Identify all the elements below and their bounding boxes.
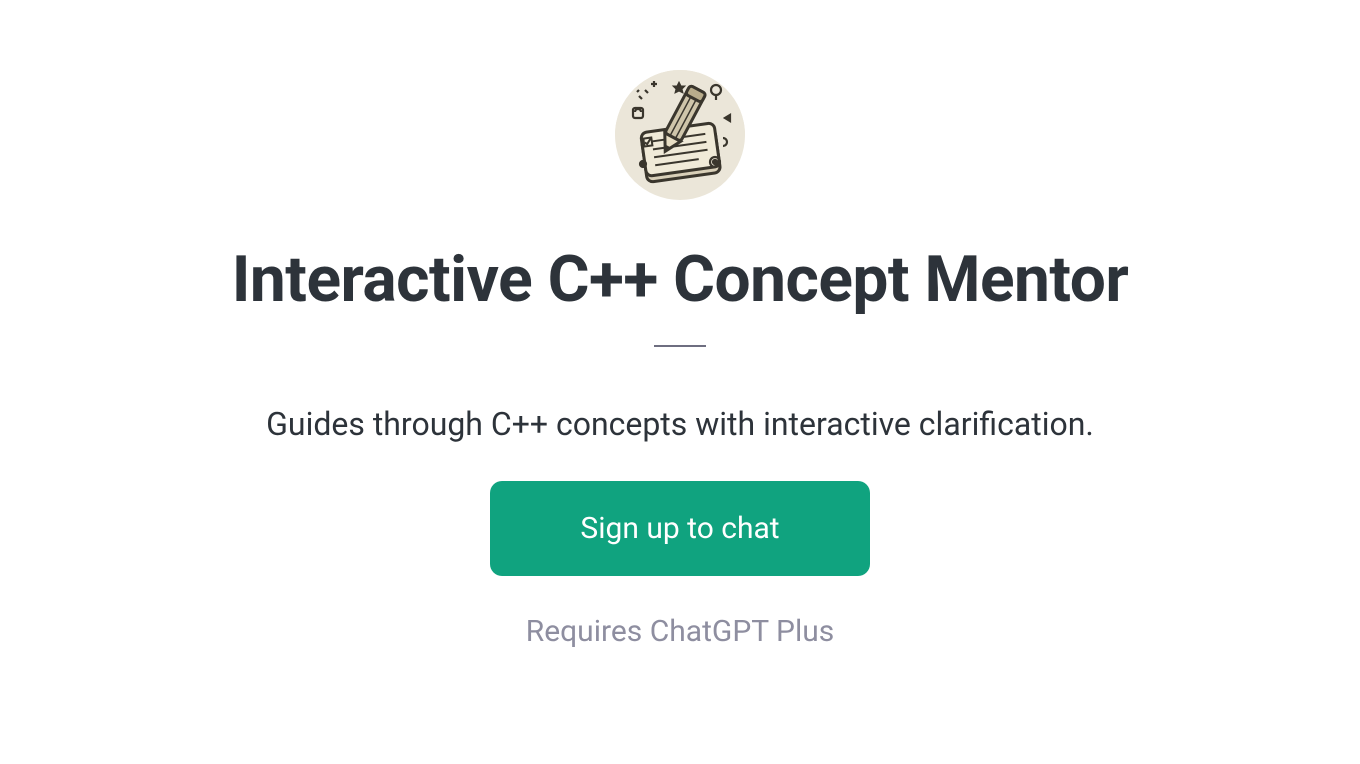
signup-button[interactable]: Sign up to chat bbox=[490, 481, 869, 576]
page-subtitle: Guides through C++ concepts with interac… bbox=[266, 405, 1094, 443]
notebook-pencil-icon bbox=[615, 70, 745, 200]
avatar bbox=[615, 70, 745, 200]
requirement-note: Requires ChatGPT Plus bbox=[526, 614, 835, 649]
title-divider bbox=[654, 345, 706, 347]
page-title: Interactive C++ Concept Mentor bbox=[232, 242, 1129, 317]
